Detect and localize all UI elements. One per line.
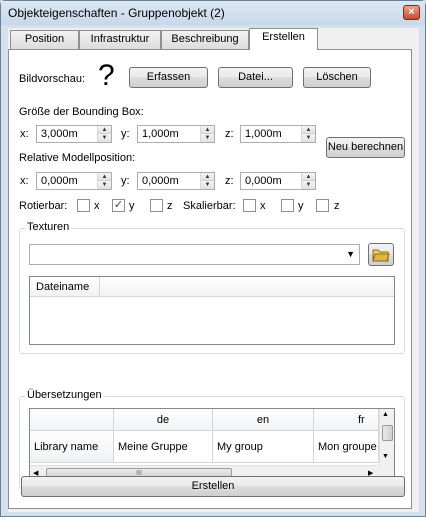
rotate-x-checkbox[interactable] [77,199,90,212]
column-header-de[interactable]: de [114,409,213,431]
scroll-up-icon[interactable]: ▲ [382,411,389,418]
file-button[interactable]: Datei... [218,67,293,88]
preview-label: Bildvorschau: [19,73,86,85]
pos-y-label: y: [121,175,130,187]
spin-down-icon[interactable]: ▼ [302,134,315,142]
chevron-down-icon: ▼ [346,249,355,259]
folder-open-icon [372,249,390,262]
cell-fr-library-name[interactable]: Mon groupe [314,431,379,463]
cell-de-library-name[interactable]: Meine Gruppe [114,431,213,463]
rotate-z-label: z [167,200,173,212]
scaling-label: Skalierbar: [183,200,236,212]
tab-panel-erstellen: Bildvorschau: ? Erfassen Datei... Lösche… [8,49,412,509]
pos-x-label: x: [20,175,29,187]
title-bar[interactable]: Objekteigenschaften - Gruppenobjekt (2) … [1,1,425,25]
scale-x-label: x [260,200,266,212]
column-header-filler [100,277,394,297]
pos-x-input[interactable]: 0,000m ▲ ▼ [36,172,112,190]
tab-bar: Position Infrastruktur Beschreibung Erst… [8,28,419,50]
textures-table[interactable]: Dateiname [29,276,395,345]
bbox-y-label: y: [121,128,130,140]
row-header-library-name: Library name [30,431,114,463]
bbox-y-input[interactable]: 1,000m ▲ ▼ [137,125,215,143]
scale-x-checkbox[interactable] [243,199,256,212]
scale-y-checkbox[interactable] [281,199,294,212]
tab-beschreibung[interactable]: Beschreibung [161,30,249,49]
column-header-en[interactable]: en [213,409,314,431]
spin-down-icon[interactable]: ▼ [98,134,111,142]
scale-z-label: z [334,200,340,212]
bbox-z-input[interactable]: 1,000m ▲ ▼ [240,125,316,143]
tab-position[interactable]: Position [10,30,79,49]
bounding-box-label: Größe der Bounding Box: [19,106,144,118]
create-button[interactable]: Erstellen [21,476,405,497]
browse-folder-button[interactable] [368,243,394,266]
dialog-client: Position Infrastruktur Beschreibung Erst… [8,28,419,512]
vertical-scroll-thumb[interactable] [382,425,393,441]
window-title: Objekteigenschaften - Gruppenobjekt (2) [8,6,225,20]
scale-y-label: y [298,200,304,212]
spin-up-icon[interactable]: ▲ [201,126,214,134]
model-position-label: Relative Modellposition: [19,152,136,164]
dialog-window: Objekteigenschaften - Gruppenobjekt (2) … [0,0,426,517]
column-header-key [30,409,114,431]
cell-en-library-name[interactable]: My group [213,431,314,463]
pos-z-label: z: [225,175,234,187]
scale-z-checkbox[interactable] [316,199,329,212]
textures-group-title: Texturen [25,221,72,233]
rotate-z-checkbox[interactable] [150,199,163,212]
delete-button[interactable]: Löschen [303,67,371,88]
column-header-fr[interactable]: fr [314,409,379,431]
spin-down-icon[interactable]: ▼ [201,181,214,189]
bbox-z-label: z: [225,128,234,140]
close-button[interactable]: × [403,5,420,20]
rotation-label: Rotierbar: [19,200,68,212]
translations-group-title: Übersetzungen [25,389,104,401]
bbox-x-input[interactable]: 3,000m ▲ ▼ [36,125,112,143]
spin-up-icon[interactable]: ▲ [98,173,111,181]
rotate-y-label: y [129,200,135,212]
spin-up-icon[interactable]: ▲ [302,173,315,181]
rotate-y-checkbox[interactable]: ✓ [112,199,125,212]
pos-y-input[interactable]: 0,000m ▲ ▼ [137,172,215,190]
capture-button[interactable]: Erfassen [129,67,208,88]
spin-up-icon[interactable]: ▲ [98,126,111,134]
tab-infrastruktur[interactable]: Infrastruktur [79,30,161,49]
spin-down-icon[interactable]: ▼ [98,181,111,189]
vertical-scrollbar[interactable]: ▲ ▼ [379,409,394,465]
translations-table[interactable]: de en fr Library name Meine Gruppe My gr… [29,408,395,482]
pos-z-input[interactable]: 0,000m ▲ ▼ [240,172,316,190]
spin-up-icon[interactable]: ▲ [302,126,315,134]
spin-up-icon[interactable]: ▲ [201,173,214,181]
spin-down-icon[interactable]: ▼ [302,181,315,189]
tab-erstellen[interactable]: Erstellen [249,28,318,50]
spin-down-icon[interactable]: ▼ [201,134,214,142]
recalculate-button[interactable]: Neu berechnen [326,137,405,158]
column-header-dateiname[interactable]: Dateiname [30,277,100,297]
texture-combobox[interactable]: ▼ [29,244,360,265]
preview-placeholder-icon: ? [98,59,115,92]
bbox-x-label: x: [20,128,29,140]
scroll-down-icon[interactable]: ▼ [382,453,389,460]
rotate-x-label: x [94,200,100,212]
